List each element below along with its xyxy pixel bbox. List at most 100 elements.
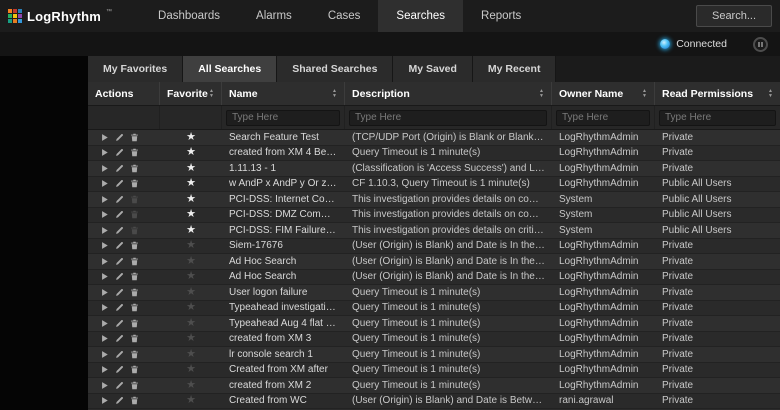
delete-search-icon[interactable] [130, 334, 139, 343]
run-search-icon[interactable] [100, 226, 109, 235]
edit-search-icon[interactable] [115, 334, 124, 343]
table-row[interactable]: ★ Ad Hoc Search (User (Origin) is Blank)… [88, 254, 780, 270]
logrhythm-logo[interactable]: LogRhythm ™ [0, 0, 122, 32]
run-search-icon[interactable] [100, 334, 109, 343]
tab-my-favorites[interactable]: My Favorites [88, 56, 183, 82]
edit-search-icon[interactable] [115, 396, 124, 405]
favorite-star-icon[interactable]: ★ [186, 162, 196, 174]
sort-icon[interactable]: ▲▼ [768, 89, 773, 98]
edit-search-icon[interactable] [115, 257, 124, 266]
run-search-icon[interactable] [100, 381, 109, 390]
table-row[interactable]: ★ Typeahead investigation ... Query Time… [88, 301, 780, 317]
tab-shared-searches[interactable]: Shared Searches [277, 56, 393, 82]
favorite-star-icon[interactable]: ★ [186, 348, 196, 360]
table-row[interactable]: ★ PCI-DSS: Internet Comm... This investi… [88, 192, 780, 208]
delete-search-icon[interactable] [130, 241, 139, 250]
table-row[interactable]: ★ 1.11.13 - 1 (Classification is 'Access… [88, 161, 780, 177]
favorite-star-icon[interactable]: ★ [186, 177, 196, 189]
delete-search-icon[interactable] [130, 381, 139, 390]
edit-search-icon[interactable] [115, 350, 124, 359]
nav-tab-searches[interactable]: Searches [378, 0, 463, 32]
delete-search-icon[interactable] [130, 303, 139, 312]
run-search-icon[interactable] [100, 179, 109, 188]
run-search-icon[interactable] [100, 272, 109, 281]
run-search-icon[interactable] [100, 350, 109, 359]
run-search-icon[interactable] [100, 210, 109, 219]
delete-search-icon[interactable] [130, 164, 139, 173]
tab-all-searches[interactable]: All Searches [183, 56, 277, 82]
edit-search-icon[interactable] [115, 226, 124, 235]
pause-updates-button[interactable] [753, 37, 768, 52]
tab-my-saved[interactable]: My Saved [393, 56, 472, 82]
column-header-description[interactable]: Description▲▼ [345, 82, 552, 105]
sort-icon[interactable]: ▲▼ [332, 89, 337, 98]
delete-search-icon[interactable] [130, 365, 139, 374]
table-row[interactable]: ★ created from XM 3 Query Timeout is 1 m… [88, 332, 780, 348]
edit-search-icon[interactable] [115, 179, 124, 188]
favorite-star-icon[interactable]: ★ [186, 193, 196, 205]
favorite-star-icon[interactable]: ★ [186, 255, 196, 267]
delete-search-icon[interactable] [130, 133, 139, 142]
nav-tab-reports[interactable]: Reports [463, 0, 539, 32]
table-row[interactable]: ★ Ad Hoc Search (User (Origin) is Blank)… [88, 270, 780, 286]
table-row[interactable]: ★ Siem-17676 (User (Origin) is Blank) an… [88, 239, 780, 255]
column-header-owner-name[interactable]: Owner Name▲▼ [552, 82, 655, 105]
filter-input-name[interactable] [226, 110, 340, 126]
filter-input-description[interactable] [349, 110, 547, 126]
global-search-button[interactable]: Search... [696, 5, 772, 27]
filter-input-read-permissions[interactable] [659, 110, 776, 126]
delete-search-icon[interactable] [130, 148, 139, 157]
filter-input-owner-name[interactable] [556, 110, 650, 126]
table-row[interactable]: ★ Typeahead Aug 4 flat file Query Timeou… [88, 316, 780, 332]
run-search-icon[interactable] [100, 288, 109, 297]
edit-search-icon[interactable] [115, 319, 124, 328]
edit-search-icon[interactable] [115, 241, 124, 250]
delete-search-icon[interactable] [130, 272, 139, 281]
favorite-star-icon[interactable]: ★ [186, 270, 196, 282]
edit-search-icon[interactable] [115, 133, 124, 142]
table-row[interactable]: ★ Created from WC (User (Origin) is Blan… [88, 394, 780, 410]
table-row[interactable]: ★ PCI-DSS: FIM Failure Detail This inves… [88, 223, 780, 239]
delete-search-icon[interactable] [130, 319, 139, 328]
run-search-icon[interactable] [100, 195, 109, 204]
run-search-icon[interactable] [100, 319, 109, 328]
sort-icon[interactable]: ▲▼ [539, 89, 544, 98]
edit-search-icon[interactable] [115, 272, 124, 281]
favorite-star-icon[interactable]: ★ [186, 286, 196, 298]
run-search-icon[interactable] [100, 164, 109, 173]
table-row[interactable]: ★ created from XM 4 Betw... Query Timeou… [88, 146, 780, 162]
column-header-favorite[interactable]: Favorite▲▼ [160, 82, 222, 105]
table-row[interactable]: ★ created from XM 2 Query Timeout is 1 m… [88, 378, 780, 394]
favorite-star-icon[interactable]: ★ [186, 224, 196, 236]
table-row[interactable]: ★ lr console search 1 Query Timeout is 1… [88, 347, 780, 363]
nav-tab-dashboards[interactable]: Dashboards [140, 0, 238, 32]
run-search-icon[interactable] [100, 133, 109, 142]
edit-search-icon[interactable] [115, 288, 124, 297]
sort-icon[interactable]: ▲▼ [209, 89, 214, 98]
favorite-star-icon[interactable]: ★ [186, 301, 196, 313]
table-row[interactable]: ★ PCI-DSS: DMZ Communic... This investig… [88, 208, 780, 224]
edit-search-icon[interactable] [115, 195, 124, 204]
edit-search-icon[interactable] [115, 365, 124, 374]
edit-search-icon[interactable] [115, 164, 124, 173]
run-search-icon[interactable] [100, 396, 109, 405]
favorite-star-icon[interactable]: ★ [186, 379, 196, 391]
delete-search-icon[interactable] [130, 350, 139, 359]
run-search-icon[interactable] [100, 148, 109, 157]
run-search-icon[interactable] [100, 241, 109, 250]
favorite-star-icon[interactable]: ★ [186, 363, 196, 375]
favorite-star-icon[interactable]: ★ [186, 332, 196, 344]
sort-icon[interactable]: ▲▼ [642, 89, 647, 98]
column-header-read-permissions[interactable]: Read Permissions▲▼ [655, 82, 780, 105]
run-search-icon[interactable] [100, 365, 109, 374]
edit-search-icon[interactable] [115, 148, 124, 157]
favorite-star-icon[interactable]: ★ [186, 146, 196, 158]
favorite-star-icon[interactable]: ★ [186, 317, 196, 329]
table-row[interactable]: ★ Created from XM after Query Timeout is… [88, 363, 780, 379]
column-header-name[interactable]: Name▲▼ [222, 82, 345, 105]
favorite-star-icon[interactable]: ★ [186, 239, 196, 251]
favorite-star-icon[interactable]: ★ [186, 208, 196, 220]
delete-search-icon[interactable] [130, 396, 139, 405]
nav-tab-alarms[interactable]: Alarms [238, 0, 310, 32]
favorite-star-icon[interactable]: ★ [186, 394, 196, 406]
